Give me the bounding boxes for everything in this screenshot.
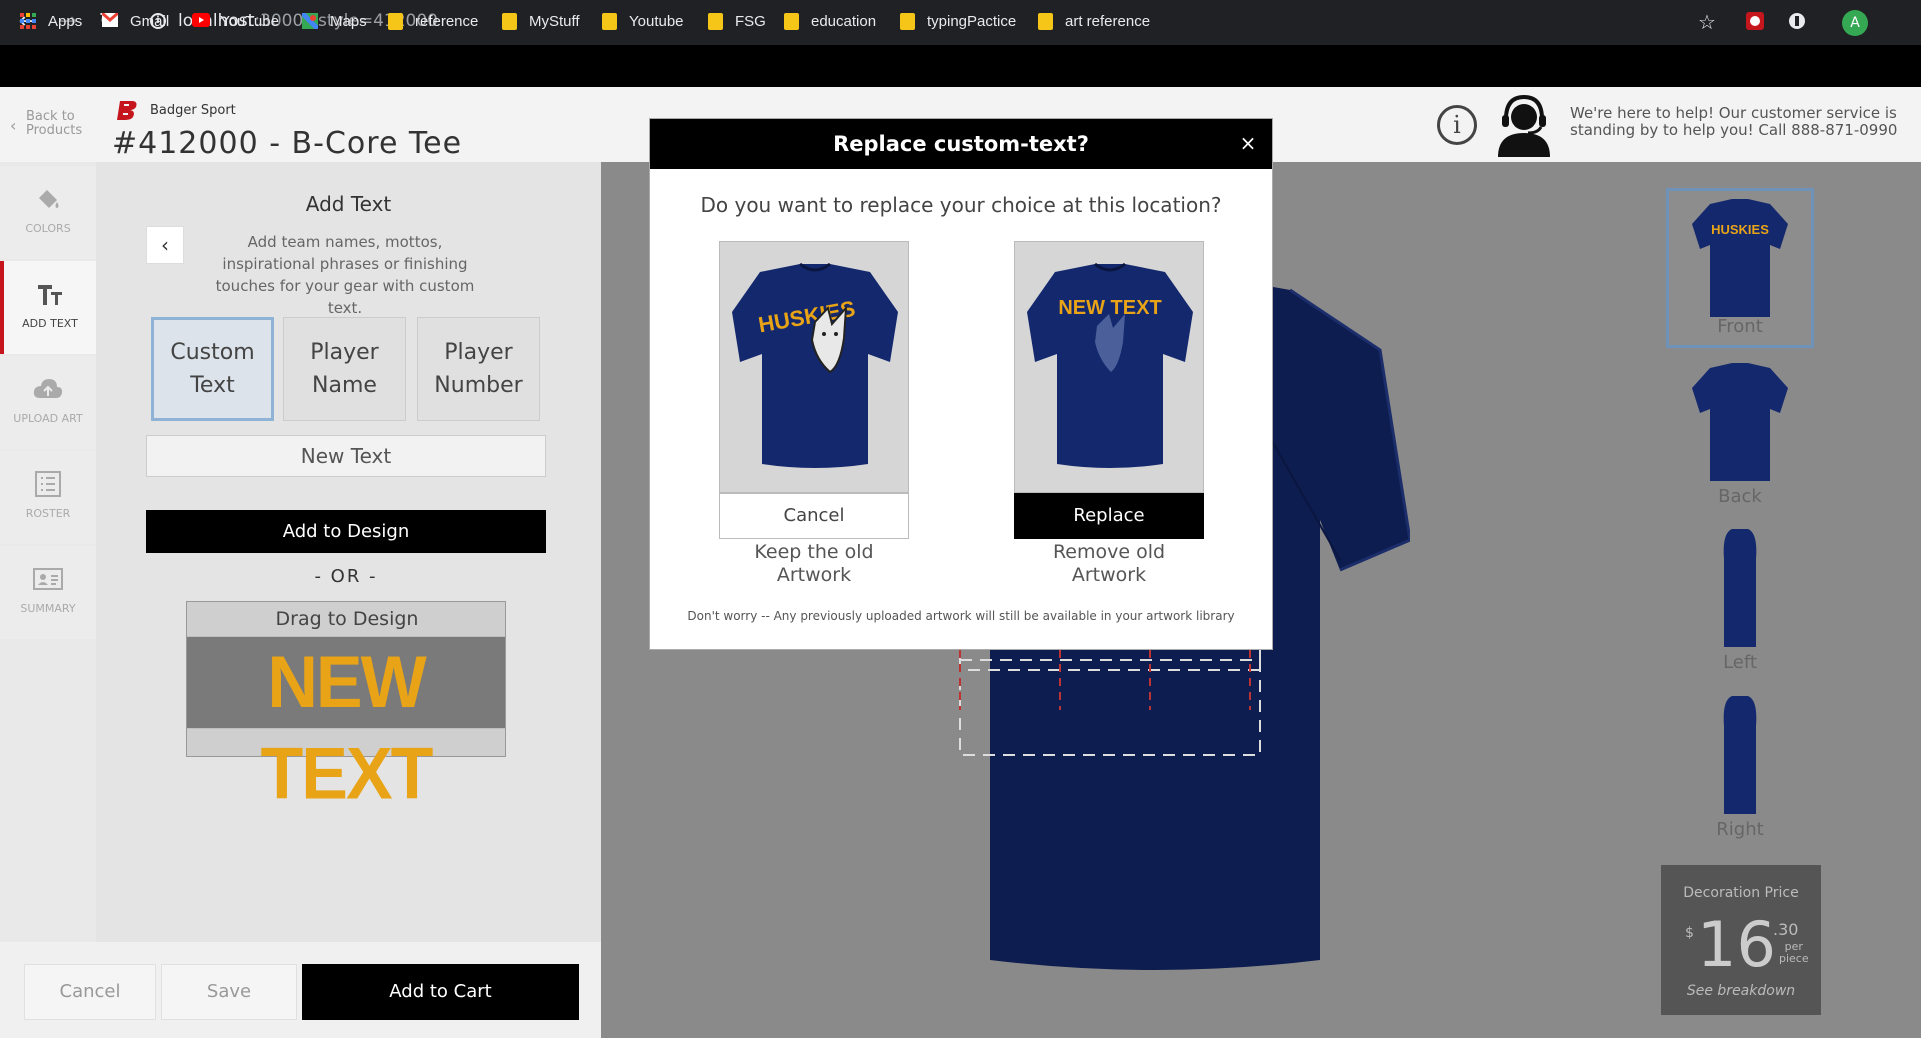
folder-icon	[784, 12, 799, 30]
drag-to-design-box[interactable]: Drag to Design NEW TEXT	[186, 601, 506, 814]
price-whole: 16	[1697, 908, 1776, 981]
folder-icon	[900, 12, 915, 30]
dialog-title: Replace custom-text?	[650, 119, 1272, 169]
bookmark-maps[interactable]: Maps	[300, 9, 367, 33]
rail-item-add-text[interactable]: ADD TEXT	[0, 261, 96, 354]
panel-description: Add team names, mottos, inspirational ph…	[215, 233, 475, 317]
paint-bucket-icon	[0, 184, 96, 214]
remove-old-caption: Remove old Artwork	[1052, 541, 1166, 586]
drag-title: Drag to Design	[275, 608, 419, 630]
price-label: Decoration Price	[1683, 885, 1799, 901]
folder-icon	[708, 12, 723, 30]
front-shirt-thumb: HUSKIES	[1692, 199, 1788, 317]
bookmark-youtube[interactable]: YouTube	[192, 9, 279, 33]
keep-old-caption: Keep the old Artwork	[754, 541, 874, 586]
panel-back-button[interactable]: ‹	[146, 226, 184, 264]
old-artwork-preview: HUSKIES	[719, 241, 909, 493]
see-breakdown-link[interactable]: See breakdown	[1661, 983, 1821, 999]
bookmark-apps[interactable]: Apps	[20, 9, 82, 33]
view-left[interactable]: Left	[1666, 521, 1814, 681]
price-currency: $	[1685, 925, 1694, 941]
folder-icon	[1038, 12, 1053, 30]
or-divider: - OR -	[314, 566, 378, 587]
folder-icon	[602, 12, 617, 30]
custom-text-input[interactable]: New Text	[146, 435, 546, 477]
rail-item-colors[interactable]: COLORS	[0, 166, 96, 259]
view-right[interactable]: Right	[1666, 688, 1814, 848]
apps-grid-icon	[20, 13, 36, 29]
bookmark-star-icon[interactable]: ☆	[1696, 11, 1718, 33]
badger-logo-icon	[116, 99, 138, 121]
bookmark-gmail[interactable]: Gmail	[101, 9, 169, 33]
svg-text:NEW TEXT: NEW TEXT	[1058, 297, 1161, 319]
right-shirt-thumb	[1723, 696, 1757, 814]
bookmark-education[interactable]: education	[784, 9, 876, 33]
left-shirt-thumb	[1723, 529, 1757, 647]
huskies-shirt-image: HUSKIES	[732, 262, 898, 468]
extension-circle-icon[interactable]	[1786, 11, 1808, 33]
folder-icon	[502, 12, 517, 30]
player-name-button[interactable]: Player Name	[283, 317, 406, 421]
back-to-products-link[interactable]: Back to Products	[10, 110, 82, 138]
price-cents: .30	[1773, 920, 1799, 939]
text-preview[interactable]: NEW TEXT	[187, 636, 505, 814]
youtube-icon	[192, 13, 210, 29]
list-icon	[0, 469, 96, 499]
decoration-price-box[interactable]: Decoration Price $ 16 .30 per piece See b…	[1661, 865, 1821, 1015]
new-artwork-preview: NEW TEXT	[1014, 241, 1204, 493]
profile-avatar[interactable]: A	[1842, 10, 1868, 36]
cancel-replace-button[interactable]: Cancel	[719, 493, 909, 539]
artwork-library-note: Don't worry -- Any previously uploaded a…	[687, 609, 1235, 623]
info-icon[interactable]: i	[1437, 105, 1477, 145]
bookmark-fsg[interactable]: FSG	[708, 9, 766, 33]
new-text-shirt-image: NEW TEXT	[1027, 262, 1193, 468]
brand-name: Badger Sport	[150, 103, 236, 118]
bookmark-reference[interactable]: reference	[388, 9, 478, 33]
svg-text:HUSKIES: HUSKIES	[1711, 222, 1769, 237]
replace-button[interactable]: Replace	[1014, 493, 1204, 539]
close-icon[interactable]: ×	[1238, 133, 1258, 153]
cloud-upload-icon	[0, 374, 96, 404]
bookmark-youtube-folder[interactable]: Youtube	[602, 9, 684, 33]
extension-icon[interactable]	[1744, 11, 1766, 33]
cancel-button[interactable]: Cancel	[24, 964, 156, 1020]
add-to-design-button[interactable]: Add to Design	[146, 510, 546, 553]
add-to-cart-button[interactable]: Add to Cart	[302, 964, 579, 1020]
bookmark-typingpactice[interactable]: typingPactice	[900, 9, 1016, 33]
customer-service-icon	[1494, 93, 1554, 157]
chevron-left-icon: ‹	[161, 233, 169, 257]
dialog-question: Do you want to replace your choice at th…	[700, 193, 1222, 217]
id-card-icon	[0, 564, 96, 594]
bookmarks-bar	[0, 45, 1921, 87]
rail-item-upload-art[interactable]: UPLOAD ART	[0, 356, 96, 449]
maps-icon	[300, 11, 320, 31]
product-title: #412000 - B-Core Tee	[112, 126, 463, 161]
save-button[interactable]: Save	[161, 964, 297, 1020]
bookmark-mystuff[interactable]: MyStuff	[502, 9, 580, 33]
gmail-icon	[101, 11, 119, 29]
rail-item-roster[interactable]: ROSTER	[0, 451, 96, 544]
folder-icon	[388, 12, 403, 30]
price-per-piece: per piece	[1779, 940, 1809, 965]
player-number-button[interactable]: Player Number	[417, 317, 540, 421]
rail-item-summary[interactable]: SUMMARY	[0, 546, 96, 639]
back-shirt-thumb	[1692, 363, 1788, 481]
view-front[interactable]: HUSKIES Front	[1666, 188, 1814, 348]
view-back[interactable]: Back	[1666, 355, 1814, 515]
panel-title: Add Text	[305, 192, 392, 216]
replace-dialog: Replace custom-text? × Do you want to re…	[649, 118, 1273, 650]
bookmark-art-reference[interactable]: art reference	[1038, 9, 1150, 33]
custom-text-button[interactable]: Custom Text	[151, 317, 274, 421]
text-icon	[4, 279, 96, 309]
support-message: We're here to help! Our customer service…	[1570, 104, 1898, 139]
